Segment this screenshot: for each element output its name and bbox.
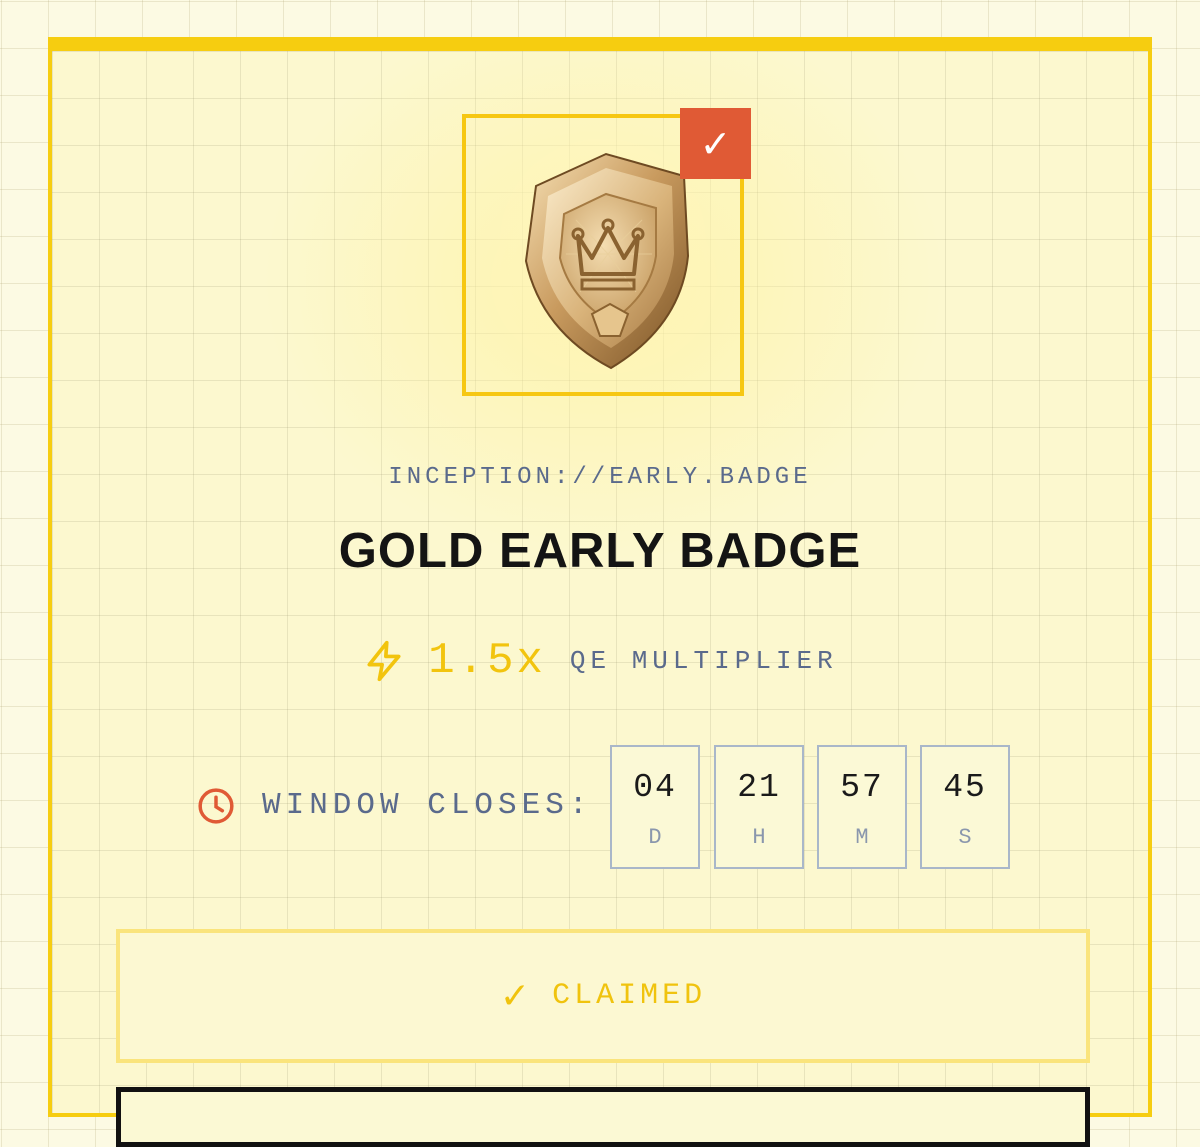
countdown-days-unit: D	[648, 825, 662, 850]
clock-icon	[198, 788, 234, 824]
badge-card: ✓ INCEPTION://EARLY.BADGE GOLD EARLY BAD…	[48, 37, 1152, 1147]
claimed-button-label: CLAIMED	[552, 979, 707, 1013]
window-closes-label: WINDOW CLOSES:	[262, 788, 593, 823]
countdown-seconds-unit: S	[958, 825, 972, 850]
lightning-icon	[367, 640, 401, 682]
countdown-minutes-value: 57	[840, 769, 884, 806]
next-section-box[interactable]	[116, 1087, 1090, 1147]
claimed-button[interactable]: ✓ CLAIMED	[116, 929, 1090, 1063]
countdown-seconds-value: 45	[943, 769, 987, 806]
badge-protocol-label: INCEPTION://EARLY.BADGE	[388, 464, 812, 491]
multiplier-value: 1.5x	[428, 636, 546, 686]
check-icon: ✓	[680, 108, 751, 179]
countdown-hours-value: 21	[737, 769, 781, 806]
countdown-hours-unit: H	[752, 825, 766, 850]
page-title: GOLD EARLY BADGE	[338, 524, 862, 578]
countdown-seconds: 45 S	[920, 745, 1010, 869]
countdown-days-value: 04	[633, 769, 677, 806]
countdown-days: 04 D	[610, 745, 700, 869]
countdown-hours: 21 H	[714, 745, 804, 869]
multiplier-row: 1.5x QE MULTIPLIER	[52, 636, 1148, 686]
multiplier-label: QE MULTIPLIER	[569, 646, 838, 676]
countdown-minutes: 57 M	[817, 745, 907, 869]
check-icon: ✓	[499, 975, 531, 1017]
countdown-minutes-unit: M	[855, 825, 869, 850]
